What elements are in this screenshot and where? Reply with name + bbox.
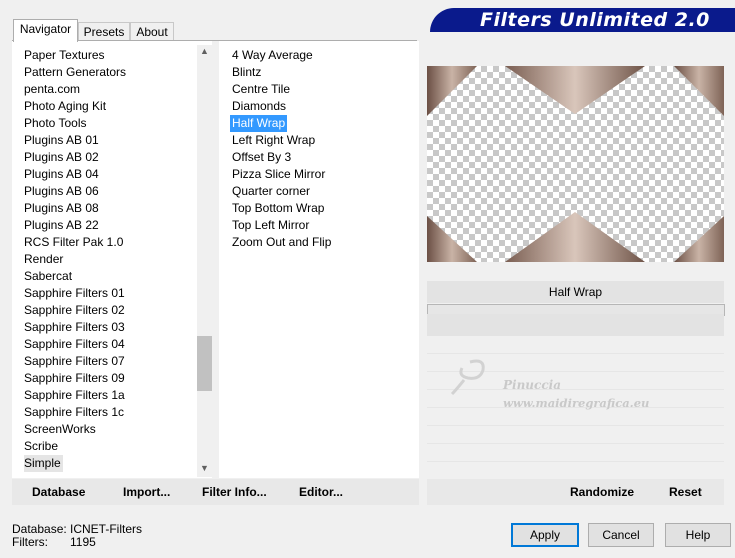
category-item[interactable]: Sapphire Filters 03 [24, 319, 125, 336]
control-row [427, 314, 724, 336]
preview-render [427, 66, 724, 262]
divider [427, 353, 724, 354]
help-button[interactable]: Help [665, 523, 731, 547]
filter-item[interactable]: Top Left Mirror [232, 217, 309, 234]
reset-button[interactable]: Reset [669, 479, 702, 505]
category-item[interactable]: Sapphire Filters 1c [24, 404, 124, 421]
filter-item[interactable]: Top Bottom Wrap [232, 200, 324, 217]
database-value: ICNET-Filters [70, 522, 142, 536]
category-item[interactable]: penta.com [24, 81, 80, 98]
divider [427, 461, 724, 462]
preview-image [427, 66, 724, 262]
category-item[interactable]: Pattern Generators [24, 64, 126, 81]
category-item[interactable]: Sapphire Filters 01 [24, 285, 125, 302]
category-item[interactable]: Plugins AB 08 [24, 200, 99, 217]
tab-presets[interactable]: Presets [78, 22, 130, 41]
category-item[interactable]: Sabercat [24, 268, 72, 285]
filter-name-label: Half Wrap [427, 281, 724, 303]
scroll-down-icon[interactable]: ▼ [197, 463, 212, 473]
scroll-up-icon[interactable]: ▲ [197, 46, 212, 56]
category-item[interactable]: Sapphire Filters 07 [24, 353, 125, 370]
editor-button[interactable]: Editor... [299, 479, 343, 505]
category-item[interactable]: ScreenWorks [24, 421, 96, 438]
category-item[interactable]: Photo Aging Kit [24, 98, 106, 115]
category-item[interactable]: Sapphire Filters 02 [24, 302, 125, 319]
category-item[interactable]: Plugins AB 01 [24, 132, 99, 149]
filter-item[interactable]: Quarter corner [232, 183, 310, 200]
category-item[interactable]: Sapphire Filters 1a [24, 387, 125, 404]
filter-item[interactable]: Centre Tile [232, 81, 290, 98]
scrollbar-thumb[interactable] [197, 336, 212, 391]
category-item[interactable]: Plugins AB 22 [24, 217, 99, 234]
filter-item[interactable]: Half Wrap [230, 115, 288, 132]
filter-list[interactable]: 4 Way Average Blintz Centre Tile Diamonds Ha… [230, 47, 412, 307]
category-item[interactable]: Plugins AB 04 [24, 166, 99, 183]
database-button[interactable]: Database [32, 479, 85, 505]
filter-item[interactable]: Zoom Out and Flip [232, 234, 331, 251]
watermark-logo [450, 356, 502, 399]
category-item[interactable]: Sapphire Filters 09 [24, 370, 125, 387]
watermark-name: Pinuccia [503, 378, 561, 392]
filter-item[interactable]: Left Right Wrap [232, 132, 315, 149]
filter-info-button[interactable]: Filter Info... [202, 479, 267, 505]
category-item[interactable]: RCS Filter Pak 1.0 [24, 234, 123, 251]
divider [427, 443, 724, 444]
category-item[interactable]: Plugins AB 06 [24, 183, 99, 200]
import-button[interactable]: Import... [123, 479, 170, 505]
app-title: Filters Unlimited 2.0 [480, 9, 710, 31]
watermark-url: www.maidiregrafica.eu [503, 396, 650, 410]
tab-navigator[interactable]: Navigator [13, 19, 78, 42]
category-item[interactable]: Simple [24, 455, 63, 472]
apply-button[interactable]: Apply [511, 523, 579, 547]
tab-about[interactable]: About [130, 22, 174, 41]
database-label: Database: [12, 522, 67, 536]
category-item[interactable]: Photo Tools [24, 115, 87, 132]
category-list[interactable]: Paper Textures Pattern Generators penta.co… [24, 47, 194, 475]
filter-item[interactable]: Diamonds [232, 98, 286, 115]
category-scrollbar[interactable] [197, 45, 212, 477]
randomize-button[interactable]: Randomize [570, 479, 634, 505]
filters-count-value: 1195 [70, 535, 96, 549]
divider [427, 425, 724, 426]
filter-item[interactable]: Blintz [232, 64, 261, 81]
category-item[interactable]: Render [24, 251, 63, 268]
category-item[interactable]: Plugins AB 02 [24, 149, 99, 166]
category-item[interactable]: Scribe [24, 438, 58, 455]
cancel-button[interactable]: Cancel [588, 523, 654, 547]
filter-item[interactable]: 4 Way Average [232, 47, 313, 64]
filter-item[interactable]: Pizza Slice Mirror [232, 166, 325, 183]
category-item[interactable]: Paper Textures [24, 47, 105, 64]
filters-count-label: Filters: [12, 535, 48, 549]
filter-item[interactable]: Offset By 3 [232, 149, 291, 166]
category-item[interactable]: Sapphire Filters 04 [24, 336, 125, 353]
